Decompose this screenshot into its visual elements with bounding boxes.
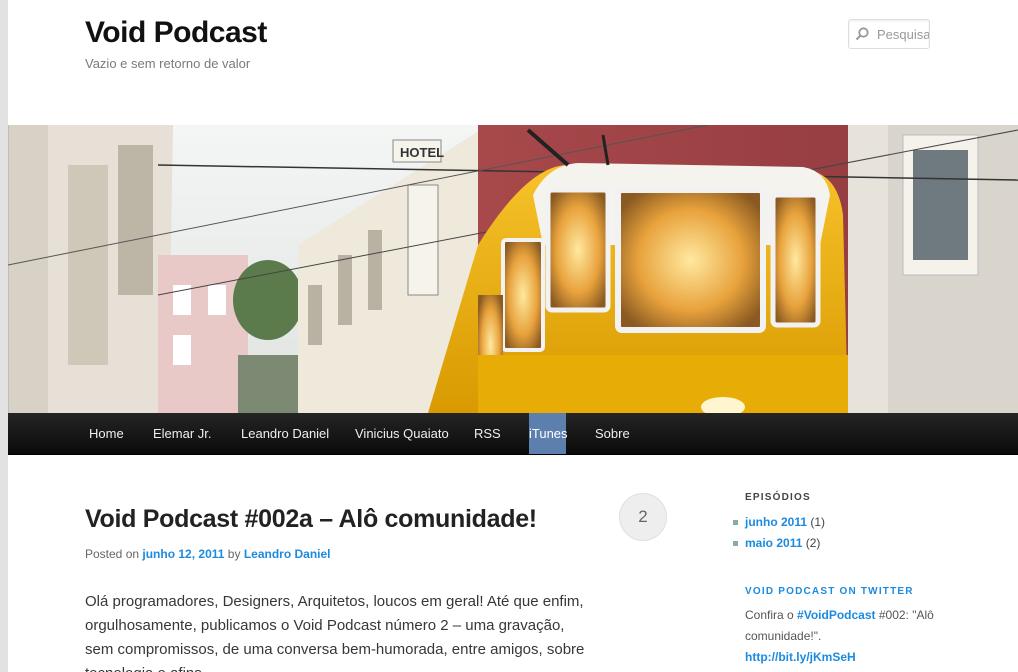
nav-item-vinicius[interactable]: Vinicius Quaiato — [355, 413, 449, 454]
tram-photo: HOTEL — [8, 125, 1018, 413]
search-input[interactable] — [877, 24, 929, 44]
nav-item-sobre[interactable]: Sobre — [595, 413, 630, 454]
tweet-url-link[interactable]: http://bit.ly/jKmSeH — [745, 650, 856, 664]
nav-item-elemar[interactable]: Elemar Jr. — [153, 413, 212, 454]
archive-count: (2) — [805, 536, 821, 550]
site-description: Vazio e sem retorno de valor — [85, 56, 251, 71]
archive-link-june[interactable]: junho 2011 — [745, 515, 807, 529]
tweet-hashtag-link[interactable]: #VoidPodcast — [797, 608, 875, 622]
tweet: Confira o #VoidPodcast #002: "Alô comuni… — [745, 605, 945, 668]
main-navigation: Home Elemar Jr. Leandro Daniel Vinicius … — [8, 413, 1018, 455]
comment-count-badge[interactable]: 2 — [619, 493, 667, 541]
meta-prefix: Posted on — [85, 547, 140, 561]
header-image: HOTEL — [8, 125, 1018, 413]
twitter-widget-title[interactable]: VOID PODCAST ON TWITTER — [745, 586, 914, 597]
nav-item-home[interactable]: Home — [89, 413, 124, 454]
post-date-link[interactable]: junho 12, 2011 — [142, 547, 224, 561]
nav-item-rss[interactable]: RSS — [474, 413, 501, 454]
post-title[interactable]: Void Podcast #002a – Alô comunidade! — [85, 505, 537, 534]
search-box[interactable] — [848, 19, 930, 49]
episodes-widget-title: EPISÓDIOS — [745, 492, 811, 503]
post-meta: Posted on junho 12, 2011 by Leandro Dani… — [85, 547, 331, 561]
archive-item: junho 2011 (1) — [733, 512, 825, 533]
page: Void Podcast Vazio e sem retorno de valo… — [8, 0, 1018, 672]
svg-text:HOTEL: HOTEL — [400, 145, 444, 160]
archive-link-may[interactable]: maio 2011 — [745, 536, 802, 550]
search-icon — [855, 27, 869, 41]
nav-item-itunes[interactable]: iTunes — [529, 413, 568, 454]
archive-list: junho 2011 (1) maio 2011 (2) — [733, 512, 825, 554]
post-author-link[interactable]: Leandro Daniel — [244, 547, 331, 561]
meta-by: by — [227, 547, 241, 561]
post-body: Olá programadores, Designers, Arquitetos… — [85, 593, 585, 672]
site-title[interactable]: Void Podcast — [85, 16, 267, 50]
archive-count: (1) — [810, 515, 826, 529]
archive-item: maio 2011 (2) — [733, 533, 825, 554]
nav-item-leandro[interactable]: Leandro Daniel — [241, 413, 329, 454]
tweet-prefix: Confira o — [745, 608, 794, 622]
